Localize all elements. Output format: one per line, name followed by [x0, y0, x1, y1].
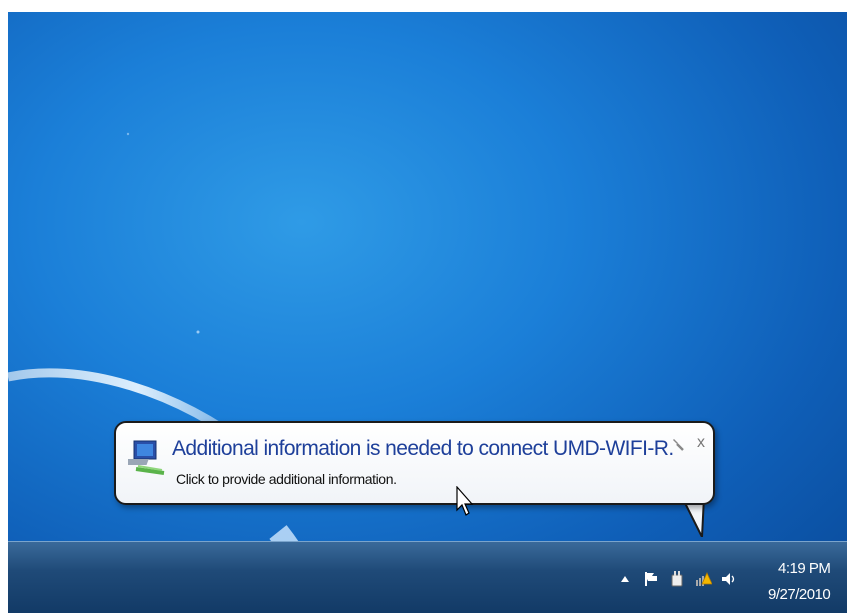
notification-body[interactable]: Click to provide additional information. [176, 471, 397, 487]
wallpaper-swoosh [8, 132, 336, 613]
mouse-cursor-icon [456, 486, 474, 516]
clock-time[interactable]: 4:19 PM [778, 560, 831, 577]
network-warning-icon[interactable] [694, 570, 712, 588]
clock-date[interactable]: 9/27/2010 [768, 586, 831, 603]
action-center-flag-icon[interactable] [642, 570, 660, 588]
close-button[interactable]: x [693, 433, 709, 453]
power-plug-icon[interactable] [668, 570, 686, 588]
show-hidden-icons-arrow[interactable] [616, 570, 634, 588]
volume-icon[interactable] [720, 570, 738, 588]
taskbar[interactable]: 4:19 PM 9/27/2010 [8, 541, 847, 613]
network-warning-icon [128, 440, 165, 475]
notification-title[interactable]: Additional information is needed to conn… [172, 437, 674, 461]
network-notification-balloon[interactable]: Additional information is needed to conn… [114, 421, 715, 505]
desktop[interactable]: 4:19 PM 9/27/2010 [8, 12, 847, 613]
wrench-options-icon[interactable] [671, 437, 685, 453]
